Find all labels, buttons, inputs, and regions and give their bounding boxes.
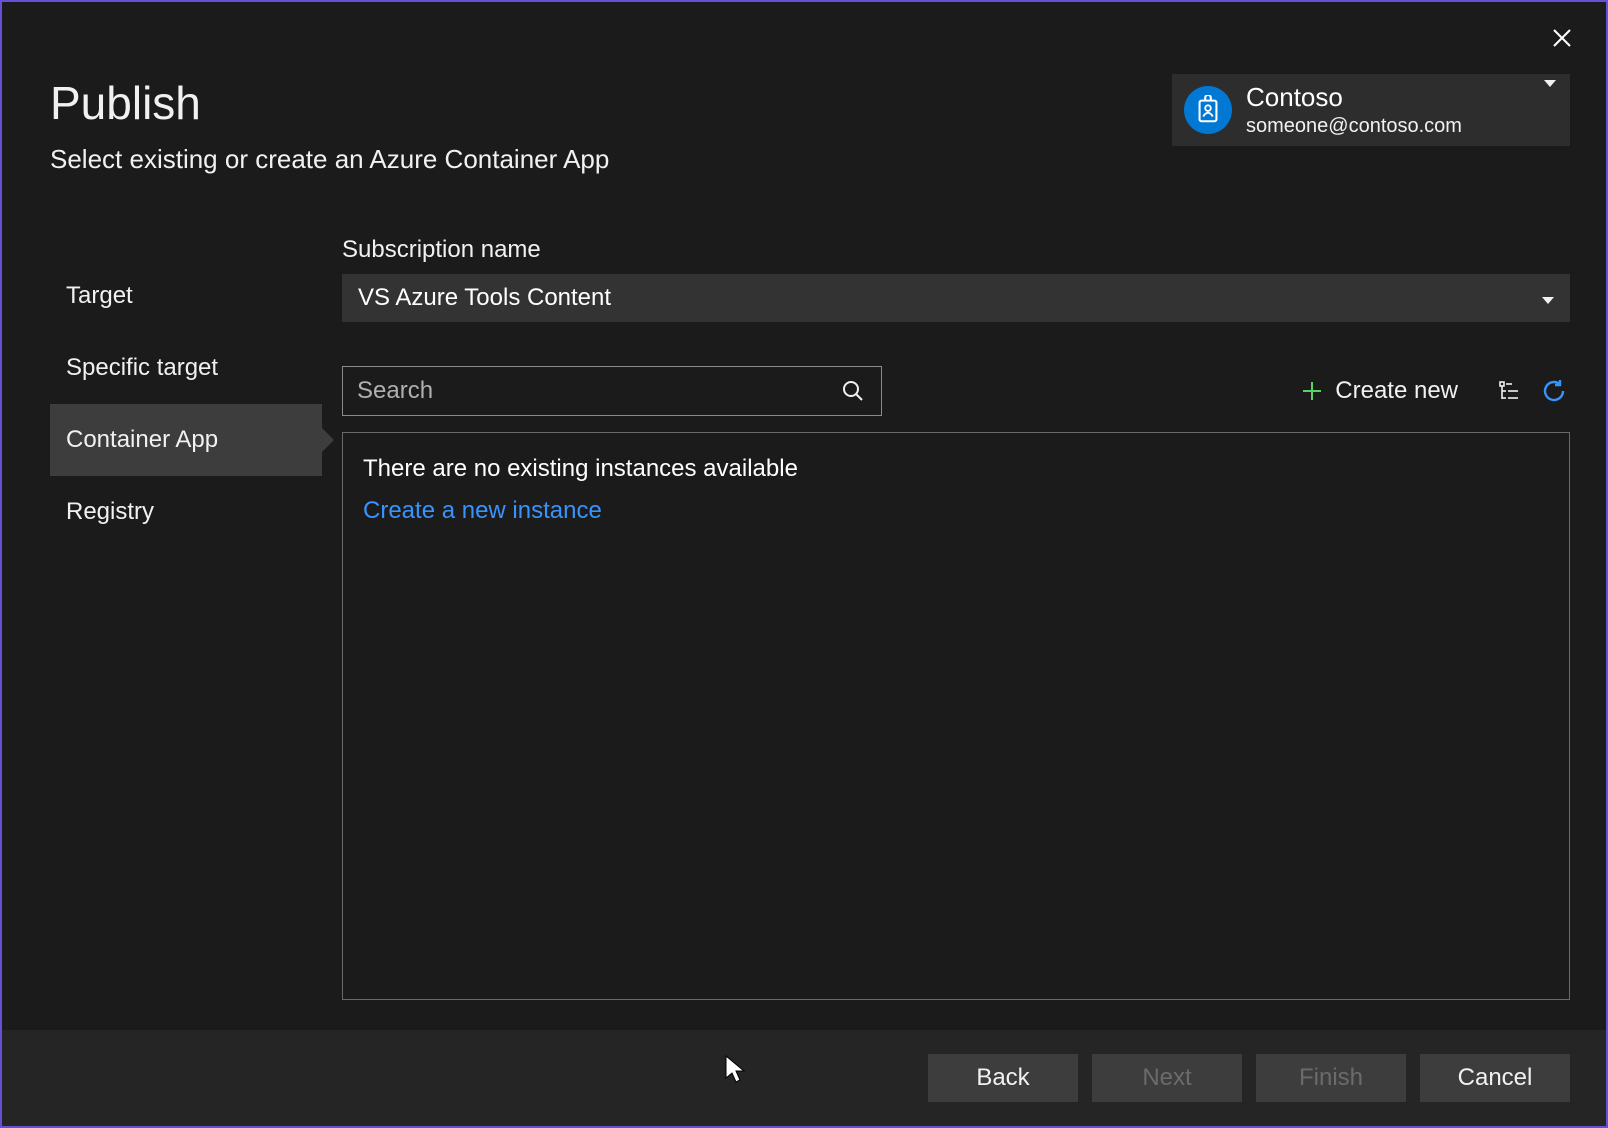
search-input[interactable] — [343, 367, 833, 415]
cancel-button[interactable]: Cancel — [1420, 1054, 1570, 1102]
publish-dialog: Publish Select existing or create an Azu… — [0, 0, 1608, 1128]
sidebar-item-specific-target[interactable]: Specific target — [50, 332, 322, 404]
instance-toolbar: Create new — [342, 366, 1570, 416]
search-box[interactable] — [342, 366, 882, 416]
dialog-footer: Back Next Finish Cancel — [2, 1030, 1606, 1126]
create-instance-link[interactable]: Create a new instance — [363, 497, 1549, 525]
back-button[interactable]: Back — [928, 1054, 1078, 1102]
empty-message: There are no existing instances availabl… — [363, 455, 1549, 483]
account-name: Contoso — [1246, 81, 1540, 114]
sidebar-item-label: Registry — [66, 498, 154, 526]
chevron-down-icon — [1542, 284, 1554, 312]
subscription-label: Subscription name — [342, 236, 1570, 264]
account-picker[interactable]: Contoso someone@contoso.com — [1172, 74, 1570, 146]
sidebar-item-label: Target — [66, 282, 133, 310]
instance-list-panel: There are no existing instances availabl… — [342, 432, 1570, 1000]
dialog-body: Target Specific target Container App Reg… — [50, 236, 1570, 1000]
account-badge-icon — [1184, 86, 1232, 134]
tree-view-button[interactable] — [1494, 375, 1526, 407]
main-panel: Subscription name VS Azure Tools Content — [342, 236, 1570, 1000]
finish-button: Finish — [1256, 1054, 1406, 1102]
refresh-icon — [1541, 378, 1567, 404]
account-text: Contoso someone@contoso.com — [1246, 81, 1540, 139]
subscription-dropdown[interactable]: VS Azure Tools Content — [342, 274, 1570, 322]
account-dropdown-caret — [1540, 74, 1570, 88]
wizard-sidebar: Target Specific target Container App Reg… — [50, 236, 322, 1000]
search-icon — [833, 380, 881, 402]
plus-icon — [1301, 380, 1323, 402]
create-new-button[interactable]: Create new — [1301, 377, 1458, 405]
sidebar-item-label: Specific target — [66, 354, 218, 382]
refresh-button[interactable] — [1538, 375, 1570, 407]
next-button: Next — [1092, 1054, 1242, 1102]
account-email: someone@contoso.com — [1246, 114, 1540, 139]
dialog-subtitle: Select existing or create an Azure Conta… — [50, 144, 609, 175]
close-icon — [1552, 28, 1572, 48]
sidebar-item-label: Container App — [66, 426, 218, 454]
chevron-down-icon — [1544, 80, 1556, 88]
sidebar-item-target[interactable]: Target — [50, 260, 322, 332]
dialog-title: Publish — [50, 76, 609, 130]
subscription-value: VS Azure Tools Content — [358, 284, 611, 312]
tree-icon — [1498, 379, 1522, 403]
create-new-label: Create new — [1335, 377, 1458, 405]
dialog-header: Publish Select existing or create an Azu… — [50, 76, 609, 175]
sidebar-item-container-app[interactable]: Container App — [50, 404, 322, 476]
sidebar-item-registry[interactable]: Registry — [50, 476, 322, 548]
close-button[interactable] — [1546, 22, 1578, 54]
